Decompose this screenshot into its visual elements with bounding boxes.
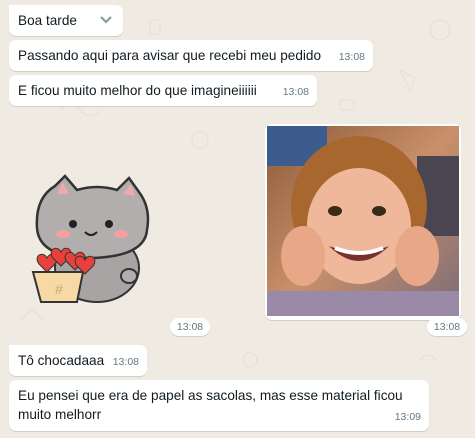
message-timestamp: 13:09 [394,411,421,423]
message-bubble[interactable]: Eu pensei que era de papel as sacolas, m… [9,380,429,431]
message-timestamp: 13:08 [112,356,139,368]
message-timestamp: 13:08 [427,318,467,336]
message-text-line: muito melhorr [18,407,102,422]
svg-text:#: # [55,281,63,297]
message-text-line: Eu pensei que era de papel as sacolas, m… [18,388,403,403]
message-timestamp: 13:08 [170,318,210,336]
smiling-child-photo[interactable] [267,126,463,316]
message-text: Passando aqui para avisar que recebi meu… [18,48,322,63]
message-timestamp: 13:08 [338,51,365,63]
message-bubble[interactable]: E ficou muito melhor do que imagineiiiii… [9,75,317,106]
image-message[interactable] [265,124,461,320]
message-bubble[interactable]: Passando aqui para avisar que recebi meu… [9,40,373,71]
cat-with-hearts-sticker[interactable]: # [25,168,160,308]
message-text: E ficou muito melhor do que imagineiiiii… [18,83,257,98]
message-timestamp: 13:08 [282,86,309,98]
message-text: Boa tarde [18,13,77,28]
message-bubble[interactable]: Boa tarde [9,5,123,36]
message-bubble[interactable]: Tô chocadaaa 13:08 [9,345,147,376]
chevron-down-icon[interactable] [98,12,114,28]
message-text: Tô chocadaaa [18,353,105,368]
